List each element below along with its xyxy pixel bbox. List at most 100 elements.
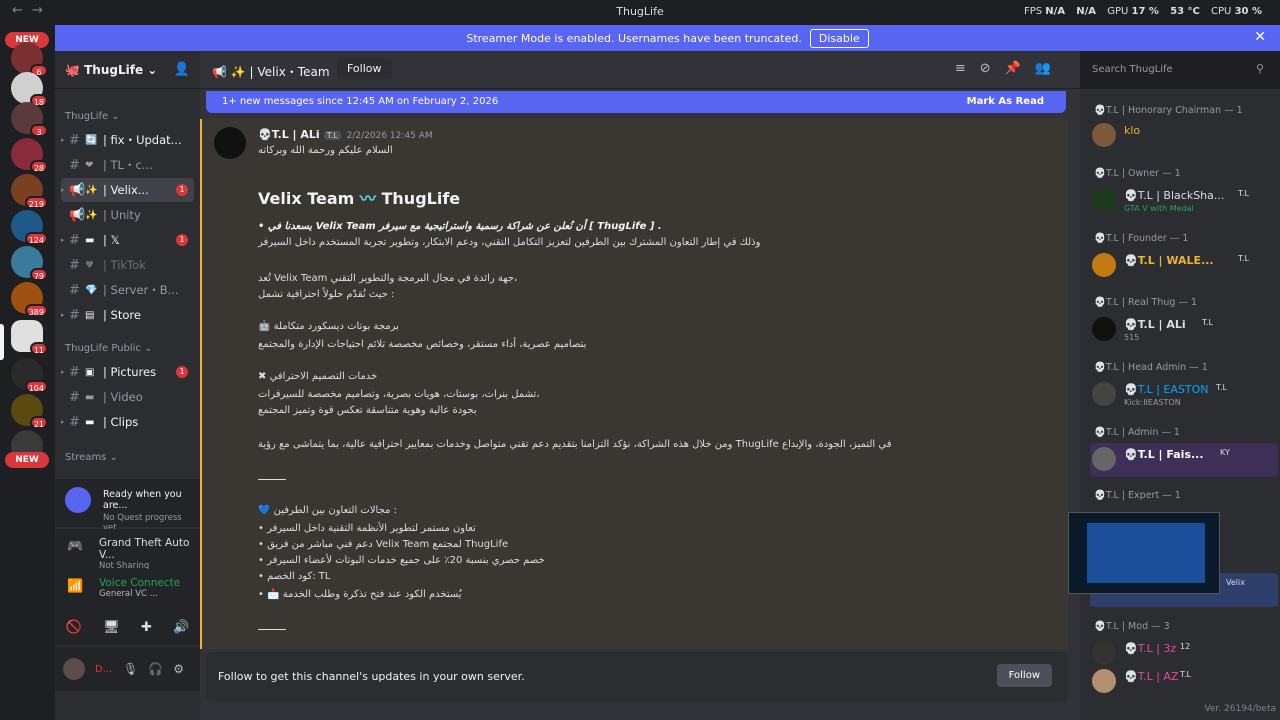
- new-unread-pill[interactable]: NEW: [5, 452, 49, 468]
- member-item[interactable]: 💀T.L | Fais... KY: [1090, 443, 1278, 477]
- channel-item[interactable]: ▶ # ▬ | Clips: [61, 410, 194, 434]
- server-icon[interactable]: 124: [11, 210, 48, 245]
- message-line: ومن خلال هذه الشراكة، نؤكد التزامنا بتقد…: [258, 439, 892, 450]
- role-group-header: 💀T.L | Mod — 3: [1094, 621, 1170, 632]
- discord-app: ← → ThugLife FPS N/A N/A GPU 17 % 53 °C …: [0, 0, 1280, 720]
- threads-icon[interactable]: ≡: [955, 61, 980, 76]
- server-icon[interactable]: 28: [11, 138, 48, 173]
- channel-item[interactable]: # ▬ | Video: [61, 385, 194, 409]
- message-line: • خصم حصري بنسبة 20٪ على جميع خدمات البو…: [258, 555, 545, 566]
- hash-icon: #: [69, 157, 80, 173]
- role-group-header: 💀T.L | Honorary Chairman — 1: [1094, 105, 1243, 116]
- avatar[interactable]: [63, 658, 85, 680]
- gear-icon[interactable]: ⚙: [173, 662, 184, 676]
- camera-off-icon[interactable]: 🚫: [66, 620, 82, 635]
- avatar[interactable]: [214, 127, 246, 159]
- channel-item[interactable]: # ♥ | TikTok: [61, 253, 194, 277]
- username: D...: [95, 663, 113, 675]
- search-input[interactable]: Search ThugLife ⚲: [1084, 59, 1272, 81]
- soundboard-icon[interactable]: 🔊: [173, 620, 189, 635]
- guild-tag: T.L: [323, 131, 341, 140]
- channel-item[interactable]: # 💎 | Server・B...: [61, 278, 194, 302]
- header-toolbar: ≡⊘📌👥: [955, 61, 1065, 76]
- message-line: حيث نُقدّم حلولاً احترافية تشمل :: [258, 289, 395, 300]
- voice-toolbar: 🚫 🖥 ✚ 🔊: [55, 609, 200, 645]
- hash-icon: #: [69, 389, 80, 405]
- performance-overlay: FPS N/A N/A GPU 17 % 53 °C CPU 30 %: [1023, 6, 1262, 17]
- message-line: • 📩 يُستخدم الكود عند فتح تذكرة وطلب الخ…: [258, 589, 462, 600]
- title-bar: ← → ThugLife FPS N/A N/A GPU 17 % 53 °C …: [0, 0, 1280, 24]
- disable-streamer-mode-button[interactable]: Disable: [809, 28, 869, 48]
- channel-item[interactable]: ▶ # ▣ | Pictures 1: [61, 360, 194, 384]
- category-thuglife[interactable]: ThugLife ⌄: [55, 107, 200, 127]
- mute-icon[interactable]: ⊘: [980, 61, 1005, 76]
- headphones-icon[interactable]: 🎧: [148, 662, 163, 676]
- server-icon[interactable]: 6: [11, 42, 48, 77]
- chat-area: 1+ new messages since 12:45 AM on Februa…: [200, 89, 1080, 720]
- message-line: بجودة عالية وهوية متناسقة تعكس قوة وتميز…: [258, 405, 477, 416]
- follow-button-bottom[interactable]: Follow: [996, 664, 1052, 687]
- member-item[interactable]: 💀T.L | BlackSha... T.L GTA V with Medal: [1090, 184, 1278, 218]
- new-messages-bar[interactable]: 1+ new messages since 12:45 AM on Februa…: [206, 91, 1066, 113]
- server-name: ThugLife: [84, 63, 144, 77]
- server-icon[interactable]: 3: [11, 102, 48, 137]
- mark-as-read-button[interactable]: Mark As Read: [967, 96, 1044, 107]
- role-group-header: 💀T.L | Head Admin — 1: [1094, 362, 1208, 373]
- member-item[interactable]: 💀T.L | AZ T.L: [1090, 665, 1278, 699]
- game-activity[interactable]: 🎮 Grand Theft Auto V... Not Sharing: [55, 529, 200, 571]
- server-icon[interactable]: 79: [11, 246, 48, 281]
- channel-item[interactable]: ▶ # ▤ | Store: [61, 303, 194, 327]
- channel-header: 📢 ✨ | Velix・Team Follow ≡⊘📌👥: [200, 51, 1080, 89]
- member-item[interactable]: klo: [1090, 119, 1278, 153]
- server-header[interactable]: 🐙 ThugLife ⌄ 👤: [55, 51, 200, 89]
- hash-icon: #: [69, 282, 80, 298]
- category-streams[interactable]: Streams ⌄: [55, 448, 200, 468]
- server-icon[interactable]: 389: [11, 282, 48, 317]
- server-icon[interactable]: 18: [11, 72, 48, 107]
- server-icon-thuglife[interactable]: 11: [11, 320, 48, 355]
- message-line: تُعد Velix Team جهة رائدة في مجال البرمج…: [258, 273, 518, 284]
- channel-item[interactable]: ▶ # 🔄 | fix・Updat...: [61, 128, 194, 152]
- channel-item[interactable]: 📢 ✨ | Unity: [61, 203, 194, 227]
- quest-panel[interactable]: Ready when you are... No Quest progress …: [55, 479, 200, 533]
- message-greeting: السلام عليكم ورحمة الله وبركاته: [258, 145, 393, 156]
- close-icon[interactable]: ✕: [1254, 29, 1266, 45]
- member-list: 💀T.L | Honorary Chairman — 1 klo 💀T.L | …: [1080, 89, 1280, 720]
- message-line: • كود الخصم: TL: [258, 571, 331, 582]
- version-label: Ver. 26194/beta: [1204, 704, 1276, 714]
- channel-item-velix-active[interactable]: ▶ 📢 ✨ | Velix... 1: [61, 178, 194, 202]
- announcement-icon: 📢: [69, 207, 86, 223]
- pin-icon[interactable]: 📌: [1005, 61, 1035, 76]
- message-headline: Velix Team 〰 ThugLife: [258, 189, 461, 208]
- announcement-icon: 📢: [69, 182, 86, 198]
- message-line: • دعم فني مباشر من فريق Velix Team لمجتم…: [258, 539, 509, 550]
- role-group-header: 💀T.L | Admin — 1: [1094, 427, 1180, 438]
- channel-item[interactable]: ▶ # ▬ | 𝕏1: [61, 228, 194, 252]
- microphone-icon[interactable]: 🎙: [123, 662, 138, 676]
- add-member-icon[interactable]: 👤: [174, 62, 190, 77]
- channel-item[interactable]: # ❤ | TL・c...: [61, 153, 194, 177]
- banner-text: Streamer Mode is enabled. Usernames have…: [466, 31, 802, 45]
- member-item[interactable]: 💀T.L | ALi T.L 515: [1090, 313, 1278, 347]
- follow-button[interactable]: Follow: [337, 58, 392, 79]
- screen-share-icon[interactable]: 🖥: [103, 620, 120, 635]
- message: 💀T.L | ALi T.L 2/2/2026 12:45 AM السلام عل…: [200, 119, 1068, 649]
- game-icon: 🎮: [67, 539, 84, 554]
- hash-icon: #: [69, 132, 80, 148]
- server-icon[interactable]: 21: [11, 394, 48, 429]
- message-timestamp: 2/2/2026 12:45 AM: [346, 131, 433, 141]
- active-server-indicator: [0, 324, 4, 360]
- stream-preview-window: [1087, 523, 1205, 583]
- stream-preview-thumbnail[interactable]: [1068, 512, 1220, 594]
- server-icon[interactable]: 104: [11, 358, 48, 393]
- voice-connection-panel[interactable]: 📶 Voice Connecte General VC ...: [55, 569, 200, 609]
- category-thuglife-public[interactable]: ThugLife Public ⌄: [55, 339, 200, 359]
- member-item[interactable]: 💀T.L | EASTON T.L Kick:IIEASTON: [1090, 378, 1278, 412]
- activities-icon[interactable]: ✚: [141, 620, 152, 635]
- divider: [258, 629, 286, 630]
- server-icon[interactable]: 219: [11, 174, 48, 209]
- message-line: وذلك في إطار التعاون المشترك بين الطرفين…: [258, 237, 761, 248]
- member-item[interactable]: 💀T.L | WALE... T.L: [1090, 249, 1278, 283]
- message-author[interactable]: 💀T.L | ALi T.L 2/2/2026 12:45 AM: [258, 128, 433, 141]
- member-list-icon[interactable]: 👥: [1035, 61, 1065, 76]
